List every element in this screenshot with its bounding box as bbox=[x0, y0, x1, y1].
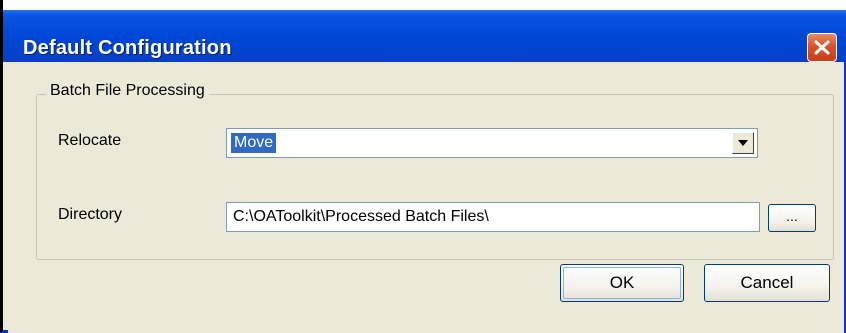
window-title: Default Configuration bbox=[23, 37, 232, 59]
ok-button[interactable]: OK bbox=[560, 264, 684, 302]
directory-label: Directory bbox=[58, 206, 123, 223]
dialog-window: Default Configuration Batch File Process… bbox=[0, 0, 846, 333]
relocate-selected-value: Move bbox=[231, 133, 277, 153]
batch-file-processing-group bbox=[36, 94, 834, 260]
group-label: Batch File Processing bbox=[46, 82, 209, 100]
relocate-label: Relocate bbox=[58, 132, 122, 149]
close-icon bbox=[814, 40, 830, 55]
relocate-select[interactable]: Move bbox=[226, 128, 758, 158]
dialog-client-area: Batch File Processing Relocate Move Dire… bbox=[8, 62, 844, 333]
directory-input[interactable]: C:\OAToolkit\Processed Batch Files\ bbox=[226, 202, 760, 232]
browse-button[interactable]: ... bbox=[768, 204, 816, 232]
title-bar[interactable]: Default Configuration bbox=[3, 10, 846, 62]
chevron-down-icon bbox=[738, 140, 748, 146]
relocate-dropdown-button[interactable] bbox=[732, 132, 754, 154]
window-top-edge bbox=[3, 0, 846, 10]
close-button[interactable] bbox=[807, 33, 837, 62]
cancel-button[interactable]: Cancel bbox=[704, 264, 830, 302]
